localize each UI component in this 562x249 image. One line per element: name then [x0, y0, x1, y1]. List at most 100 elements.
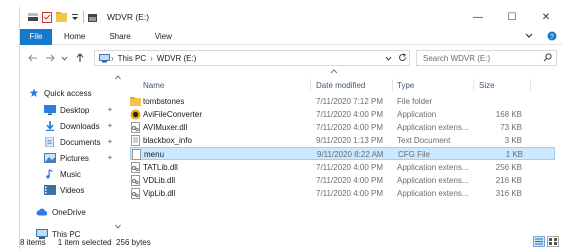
folder-icon: [130, 97, 141, 106]
close-button[interactable]: ✕: [529, 7, 562, 27]
dll-icon: [131, 175, 140, 186]
table-row[interactable]: AviFileConverter 7/11/2020 4:00 PM Appli…: [130, 108, 555, 121]
desktop-icon: [44, 105, 56, 115]
maximize-button[interactable]: ☐: [495, 7, 529, 27]
table-row[interactable]: blackbox_info 9/11/2020 1:13 PM Text Doc…: [130, 134, 555, 147]
file-name: AVIMuxer.dll: [143, 123, 188, 132]
file-name: blackbox_info: [143, 136, 192, 145]
scroll-up-icon[interactable]: [115, 75, 121, 80]
pin-icon[interactable]: ✦: [107, 154, 113, 162]
sidebar-item-documents[interactable]: Documents: [44, 134, 100, 150]
sidebar-item-label: Music: [60, 169, 81, 179]
window-controls: — ☐ ✕: [461, 7, 562, 27]
new-folder-icon[interactable]: [56, 12, 67, 22]
file-name: menu: [144, 150, 165, 159]
sidebar-item-onedrive[interactable]: OneDrive: [36, 204, 86, 220]
file-date: 7/11/2020 4:00 PM: [316, 176, 384, 185]
file-size: 216 KB: [495, 176, 522, 185]
item-count: 8 items: [20, 237, 46, 247]
file-type: Application: [397, 110, 437, 119]
chevron-down-icon[interactable]: [525, 33, 533, 39]
sidebar-item-quick-access[interactable]: Quick access: [28, 85, 92, 101]
tab-view[interactable]: View: [143, 32, 184, 41]
table-row[interactable]: VDLib.dll 7/11/2020 4:00 PM Application …: [130, 174, 555, 187]
sidebar-item-label: Pictures: [60, 153, 89, 163]
file-date: 7/11/2020 4:00 PM: [316, 163, 384, 172]
back-arrow-icon[interactable]: [26, 50, 39, 66]
text-file-icon: [131, 135, 140, 146]
refresh-icon[interactable]: [395, 52, 409, 64]
tab-home[interactable]: Home: [52, 32, 97, 41]
window-menu-icon[interactable]: [28, 12, 38, 22]
search-icon[interactable]: [543, 53, 552, 64]
sidebar-item-label: Documents: [60, 137, 101, 147]
customize-toolbar-icon[interactable]: [71, 13, 79, 21]
sidebar-item-downloads[interactable]: Downloads: [44, 118, 100, 134]
recent-locations-icon[interactable]: [58, 50, 71, 66]
column-header-name[interactable]: Name: [143, 77, 164, 93]
column-divider[interactable]: [392, 79, 393, 91]
file-name: AviFileConverter: [143, 110, 202, 119]
download-icon: [45, 121, 55, 131]
pin-icon[interactable]: ✦: [107, 138, 113, 146]
column-divider[interactable]: [310, 79, 311, 91]
address-segment-this-pc[interactable]: This PC: [118, 54, 146, 63]
star-icon: [29, 88, 39, 97]
tab-share[interactable]: Share: [97, 32, 142, 41]
file-size: [450, 95, 522, 108]
view-toggle: [533, 236, 559, 247]
table-row[interactable]: AVIMuxer.dll 7/11/2020 4:00 PM Applicati…: [130, 121, 555, 134]
file-type: Text Document: [397, 136, 451, 145]
toolbar-divider: [83, 11, 84, 23]
navigation-pane: Quick access Desktop ✦ Downloads ✦ Docum…: [20, 73, 120, 239]
file-type: CFG File: [398, 150, 430, 159]
sidebar-item-desktop[interactable]: Desktop: [44, 102, 89, 118]
tab-file[interactable]: File: [20, 28, 52, 45]
address-bar[interactable]: › This PC › WDVR (E:): [94, 50, 410, 66]
table-row[interactable]: tombstones 7/11/2020 7:12 PM File folder: [130, 95, 555, 108]
table-row[interactable]: VipLib.dll 7/11/2020 4:00 PM Application…: [130, 187, 555, 200]
address-dropdown-icon[interactable]: [381, 54, 395, 63]
search-input[interactable]: Search WDVR (E:): [416, 50, 557, 66]
column-header-size[interactable]: Size: [479, 77, 495, 93]
large-icons-view-icon[interactable]: [547, 236, 559, 247]
title-bar: WDVR (E:) — ☐ ✕: [20, 7, 562, 27]
sidebar-item-music[interactable]: Music: [44, 166, 81, 182]
address-segment-drive[interactable]: WDVR (E:): [157, 54, 197, 63]
selection-info: 1 item selected 256 bytes: [57, 237, 151, 247]
sidebar-item-videos[interactable]: Videos: [44, 182, 84, 198]
forward-arrow-icon[interactable]: [43, 50, 56, 66]
minimize-button[interactable]: —: [461, 7, 495, 27]
file-date: 7/11/2020 4:00 PM: [316, 189, 384, 198]
column-header-type[interactable]: Type: [397, 77, 414, 93]
address-separator-icon[interactable]: ›: [111, 54, 114, 63]
dll-icon: [131, 188, 140, 199]
svg-text:?: ?: [550, 34, 554, 41]
pictures-icon: [44, 153, 56, 163]
file-size: 3 KB: [504, 136, 522, 145]
file-date: 9/11/2020 1:13 PM: [316, 136, 384, 145]
help-icon[interactable]: ?: [547, 31, 557, 41]
file-date: 7/11/2020 7:12 PM: [316, 97, 384, 106]
pin-icon[interactable]: ✦: [107, 122, 113, 130]
table-row[interactable]: TATLib.dll 7/11/2020 4:00 PM Application…: [130, 161, 555, 174]
scroll-down-icon[interactable]: [115, 224, 121, 229]
up-arrow-icon[interactable]: [73, 50, 86, 66]
pin-icon[interactable]: ✦: [107, 106, 113, 114]
column-divider[interactable]: [473, 79, 474, 91]
quick-access-toolbar: WDVR (E:): [20, 11, 149, 23]
sidebar-item-pictures[interactable]: Pictures: [44, 150, 89, 166]
column-header-date[interactable]: Date modified: [316, 77, 365, 93]
properties-icon[interactable]: [42, 11, 52, 23]
column-divider[interactable]: [530, 79, 531, 91]
address-separator-icon[interactable]: ›: [150, 54, 153, 63]
details-view-icon[interactable]: [533, 236, 545, 247]
nav-pane-scrollbar[interactable]: [114, 73, 122, 233]
file-size: 73 KB: [500, 123, 522, 132]
search-placeholder: Search WDVR (E:): [423, 53, 491, 63]
status-bar: 8 items 1 item selected 256 bytes: [20, 235, 562, 249]
music-icon: [46, 169, 53, 179]
table-row-selected[interactable]: menu 9/11/2020 8:22 AM CFG File 1 KB: [130, 147, 555, 160]
sidebar-item-label: Videos: [60, 185, 85, 195]
ribbon-tabs: File Home Share View ?: [20, 28, 562, 45]
